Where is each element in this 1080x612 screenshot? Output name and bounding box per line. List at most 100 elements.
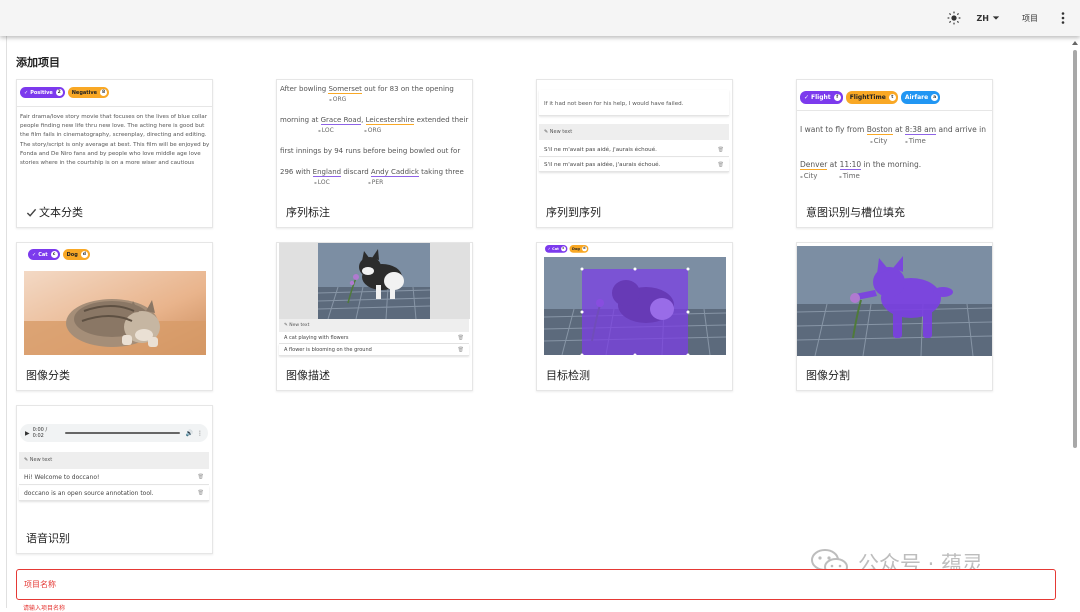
- volume-icon[interactable]: 🔊: [186, 430, 193, 437]
- sample-line: I want to fly from Boston at 8:38 am and…: [800, 125, 986, 135]
- label-chips: ✓ Flight f FlightTime t Airfare a: [800, 91, 943, 104]
- page-title: 添加项目: [16, 56, 60, 69]
- source-text-box: If it had not been for his help, I would…: [539, 90, 729, 116]
- list-item: A flower is blooming on the ground 🗑: [279, 344, 469, 356]
- new-text-input: ✎ New text: [279, 319, 469, 332]
- sample-line: Denver at 11:10 in the morning.: [800, 160, 922, 170]
- check-icon: ✓: [32, 251, 37, 258]
- card-preview: ✓ Flight f FlightTime t Airfare a I want…: [797, 80, 992, 195]
- entity-tag: LOC: [314, 179, 330, 186]
- label-chip-cat: ✓ Cat c: [545, 245, 568, 253]
- projects-link[interactable]: 项目: [1022, 13, 1038, 24]
- label-chips: ✓ Cat c Dog d: [28, 249, 93, 260]
- list-item: Hi! Welcome to doccano! 🗑: [19, 470, 209, 485]
- card-title: 目标检测: [546, 369, 590, 382]
- label-chips: ✓ Cat c Dog d: [545, 245, 590, 253]
- audio-player: ▶ 0:00 / 0:02 🔊 ⋮: [20, 424, 208, 442]
- label-chips: ✓ Positive 2 Negative 8: [20, 87, 112, 98]
- label-chip-flight: ✓ Flight f: [800, 91, 843, 104]
- task-card-image-captioning[interactable]: ✎ New text A cat playing with flowers 🗑 A…: [276, 242, 473, 391]
- project-name-label: 项目名称: [24, 580, 56, 589]
- list-item: S'il ne m'avait pas aidé, j'aurais échou…: [539, 143, 729, 157]
- task-card-object-detection[interactable]: ✓ Cat c Dog d 目标检测: [536, 242, 733, 391]
- label-chip-dog: Dog d: [62, 249, 90, 260]
- content-border: [6, 36, 7, 608]
- delete-icon: 🗑: [457, 347, 464, 353]
- delete-icon: 🗑: [717, 162, 724, 168]
- page-scrollbar[interactable]: [1072, 40, 1078, 608]
- task-card-seq2seq[interactable]: If it had not been for his help, I would…: [536, 79, 733, 228]
- pencil-icon: ✎: [24, 457, 29, 463]
- chip-shortcut: 2: [55, 89, 63, 96]
- scroll-up-icon[interactable]: [1072, 40, 1078, 46]
- task-card-segmentation[interactable]: 图像分割: [796, 242, 993, 391]
- check-icon: [26, 208, 37, 217]
- new-text-input: ✎ New text: [539, 124, 729, 140]
- project-name-input[interactable]: 项目名称: [16, 569, 1056, 600]
- label-chip-dog: Dog d: [569, 245, 589, 253]
- list-item: doccano is an open source annotation too…: [19, 486, 209, 501]
- more-vertical-icon: [1061, 12, 1065, 24]
- divider: [797, 110, 992, 111]
- card-title: 序列标注: [286, 206, 330, 219]
- sun-icon: [947, 11, 960, 25]
- list-item: S'il ne m'avait pas aidée, j'aurais écho…: [539, 158, 729, 172]
- app-bar: ZH 项目: [0, 0, 1080, 36]
- slot-tag: Time: [905, 137, 926, 145]
- label-chip-flighttime: FlightTime t: [845, 91, 898, 104]
- card-title: 图像分类: [26, 369, 70, 382]
- delete-icon: 🗑: [457, 335, 464, 341]
- entity-tag: PER: [368, 179, 384, 186]
- slot-tag: Time: [839, 172, 860, 180]
- more-vertical-icon[interactable]: ⋮: [197, 430, 203, 437]
- delete-icon: 🗑: [197, 474, 204, 480]
- entity-tag: ORG: [364, 127, 382, 134]
- card-title: 图像分割: [806, 369, 850, 382]
- play-icon[interactable]: ▶: [25, 430, 30, 437]
- list-item: A cat playing with flowers 🗑: [279, 332, 469, 344]
- card-preview: ▶ 0:00 / 0:02 🔊 ⋮ ✎ New text Hi! Welcome…: [17, 406, 212, 521]
- caret-down-icon: [992, 16, 1000, 20]
- more-menu-button[interactable]: [1060, 11, 1066, 25]
- scrollbar-thumb[interactable]: [1073, 50, 1077, 448]
- language-menu-button[interactable]: ZH: [977, 14, 1001, 23]
- language-label: ZH: [976, 13, 990, 23]
- task-card-speech-recognition[interactable]: ▶ 0:00 / 0:02 🔊 ⋮ ✎ New text Hi! Welcome…: [16, 405, 213, 554]
- task-card-intent-slot[interactable]: ✓ Flight f FlightTime t Airfare a I want…: [796, 79, 993, 228]
- task-card-text-classification[interactable]: ✓ Positive 2 Negative 8 Fair drama/love …: [16, 79, 213, 228]
- chip-label: Negative: [71, 89, 98, 96]
- chip-shortcut: 8: [100, 89, 108, 96]
- theme-toggle-button[interactable]: [947, 11, 961, 25]
- cat-photo: [24, 271, 206, 355]
- sample-text: Fair drama/love story movie that focuses…: [20, 114, 210, 167]
- card-preview: ✓ Positive 2 Negative 8 Fair drama/love …: [17, 80, 212, 195]
- sample-line: 296 with England discard Andy Caddick ta…: [280, 168, 464, 177]
- check-icon: ✓: [804, 94, 810, 101]
- sample-line: morning at Grace Road, Leicestershire ex…: [280, 116, 469, 125]
- task-card-sequence-labeling[interactable]: After bowling Somerset out for 83 on the…: [276, 79, 473, 228]
- divider: [17, 106, 212, 107]
- projects-label: 项目: [1022, 13, 1038, 23]
- label-chip-airfare: Airfare a: [900, 91, 941, 104]
- pencil-icon: ✎: [544, 129, 549, 135]
- detection-photo: [544, 257, 726, 355]
- slot-tag: City: [800, 172, 818, 180]
- sample-line: first innings by 94 runs before being bo…: [280, 147, 461, 155]
- card-title: 文本分类: [26, 204, 83, 220]
- delete-icon: 🗑: [717, 147, 724, 153]
- card-title: 图像描述: [286, 369, 330, 382]
- audio-progress-bar[interactable]: [65, 432, 180, 434]
- card-preview: ✓ Cat c Dog d: [537, 243, 732, 358]
- task-card-image-classification[interactable]: ✓ Cat c Dog d 图像分类: [16, 242, 213, 391]
- card-preview: After bowling Somerset out for 83 on the…: [277, 80, 472, 195]
- card-title: 序列到序列: [546, 206, 601, 219]
- label-chip-positive: ✓ Positive 2: [20, 87, 65, 98]
- entity-tag: LOC: [318, 127, 334, 134]
- segmentation-photo: [797, 246, 992, 356]
- card-preview: If it had not been for his help, I would…: [537, 80, 732, 195]
- delete-icon: 🗑: [197, 490, 204, 496]
- slot-tag: City: [870, 137, 888, 145]
- entity-tag: ORG: [329, 96, 347, 103]
- label-chip-negative: Negative 8: [67, 87, 110, 98]
- new-text-input: ✎ New text: [19, 452, 209, 469]
